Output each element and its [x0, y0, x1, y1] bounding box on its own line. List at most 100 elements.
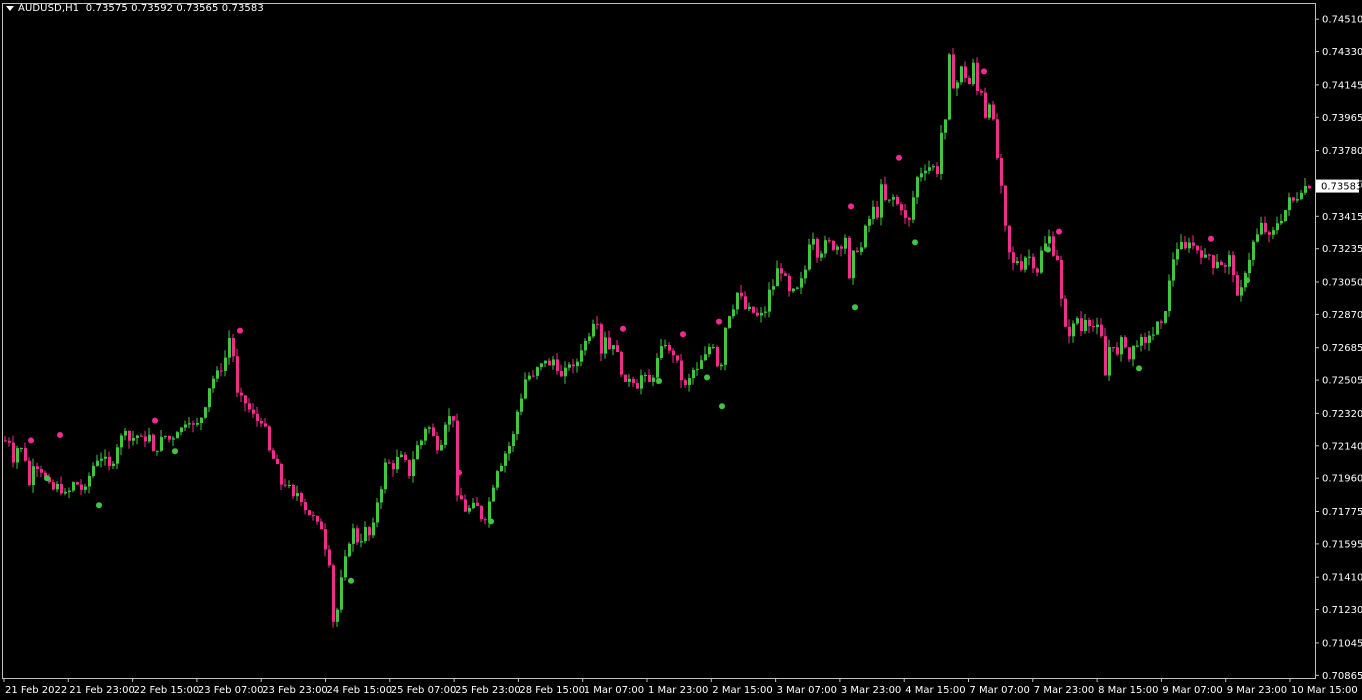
- candle-body: [940, 132, 943, 174]
- candle-body: [316, 516, 319, 522]
- candle-body: [576, 361, 579, 367]
- y-tick-label: 0.74330: [1322, 47, 1362, 58]
- candle-body: [648, 374, 651, 382]
- candle-body: [972, 62, 975, 85]
- candle-body: [1264, 222, 1267, 233]
- candle-body: [588, 336, 591, 341]
- x-tick-label: 8 Mar 15:00: [1098, 685, 1158, 696]
- candle-body: [1224, 265, 1227, 267]
- candle-body: [780, 268, 783, 274]
- candle-body: [908, 217, 911, 220]
- candle-body: [1212, 255, 1215, 268]
- triangle-down-icon[interactable]: [6, 5, 14, 11]
- candle-body: [900, 204, 903, 211]
- candle-body: [988, 104, 991, 118]
- candle-body: [616, 345, 619, 353]
- candle-body: [552, 359, 555, 366]
- candle-body: [840, 246, 843, 249]
- candle-body: [496, 471, 499, 488]
- candle-body: [1168, 280, 1171, 312]
- candle-body: [1092, 326, 1095, 328]
- candle-body: [1088, 319, 1091, 327]
- candle-body: [456, 420, 459, 496]
- candle-body: [96, 460, 99, 466]
- candle-body: [1112, 347, 1115, 349]
- candle-body: [612, 345, 615, 350]
- x-tick-label: 25 Feb 23:00: [455, 685, 521, 696]
- candle-body: [1272, 230, 1275, 235]
- x-tick-label: 7 Mar 23:00: [1034, 685, 1094, 696]
- chart-window[interactable]: 0.74510 0.74330 0.74145 0.73965 0.73780 0.735…: [0, 0, 1362, 700]
- y-tick-label: 0.74145: [1322, 80, 1362, 91]
- signal-dot-down: [28, 437, 34, 444]
- candle-body: [36, 466, 39, 470]
- symbol-name: AUDUSD,H1: [18, 3, 80, 14]
- candle-body: [832, 240, 835, 250]
- candle-body: [1308, 185, 1311, 189]
- candle-body: [84, 486, 87, 490]
- candle-body: [312, 515, 315, 517]
- candle-body: [924, 170, 927, 174]
- candle-body: [872, 206, 875, 219]
- candle-body: [1180, 241, 1183, 250]
- candle-body: [392, 463, 395, 470]
- y-tick-label: 0.72685: [1322, 343, 1362, 354]
- signal-dot-down: [716, 318, 722, 325]
- candle-body: [196, 423, 199, 425]
- candle-body: [876, 206, 879, 218]
- candle-body: [848, 237, 851, 279]
- current-price-label: 0.73583: [1321, 182, 1362, 193]
- candle-body: [772, 286, 775, 290]
- candle-body: [340, 577, 343, 610]
- candle-body: [676, 355, 679, 361]
- candle-body: [1084, 319, 1087, 332]
- candle-body: [388, 462, 391, 464]
- y-tick-label: 0.71230: [1322, 605, 1362, 616]
- price-chart[interactable]: 0.74510 0.74330 0.74145 0.73965 0.73780 0.735…: [0, 0, 1362, 700]
- candle-body: [460, 495, 463, 500]
- candle-body: [1124, 337, 1127, 348]
- candle-body: [1160, 321, 1163, 323]
- candle-body: [1208, 254, 1211, 256]
- candle-body: [956, 82, 959, 89]
- candle-body: [276, 458, 279, 465]
- candle-body: [348, 543, 351, 557]
- candle-body: [508, 446, 511, 454]
- candle-body: [72, 482, 75, 491]
- candle-body: [436, 435, 439, 451]
- candle-body: [516, 411, 519, 435]
- candle-body: [272, 450, 275, 459]
- candle-body: [800, 278, 803, 288]
- candle-body: [592, 323, 595, 337]
- candle-body: [480, 506, 483, 520]
- candle-body: [736, 292, 739, 310]
- candle-body: [352, 528, 355, 544]
- y-tick-label: 0.71775: [1322, 507, 1362, 518]
- candle-body: [1240, 287, 1243, 296]
- candle-body: [536, 367, 539, 376]
- y-tick-label: 0.73965: [1322, 113, 1362, 124]
- candle-body: [1000, 157, 1003, 186]
- candle-body: [412, 459, 415, 476]
- candle-body: [544, 360, 547, 364]
- x-tick-label: 7 Mar 07:00: [970, 685, 1030, 696]
- signal-dot-up: [704, 374, 710, 381]
- candle-body: [804, 269, 807, 279]
- candle-body: [764, 311, 767, 313]
- candle-body: [212, 378, 215, 389]
- candle-body: [172, 438, 175, 440]
- candle-body: [844, 237, 847, 249]
- candle-body: [76, 482, 79, 485]
- candle-body: [100, 458, 103, 461]
- candle-body: [668, 344, 671, 351]
- candle-body: [464, 499, 467, 512]
- candle-body: [1024, 257, 1027, 270]
- candle-body: [916, 177, 919, 198]
- candle-body: [492, 487, 495, 502]
- signal-dot-up: [1244, 277, 1250, 284]
- x-tick-label: 21 Feb 23:00: [69, 685, 135, 696]
- candle-body: [60, 483, 63, 494]
- candle-body: [624, 374, 627, 382]
- candle-body: [884, 184, 887, 201]
- candle-body: [568, 364, 571, 368]
